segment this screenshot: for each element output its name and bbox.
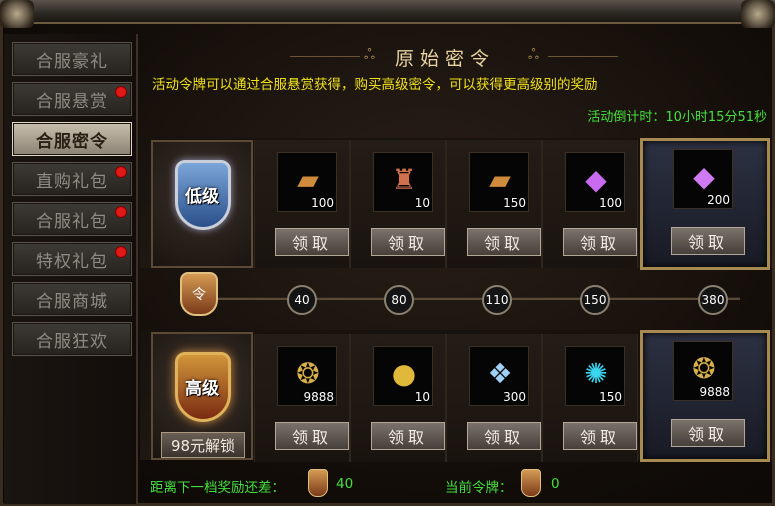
unlock-button[interactable]: 98元解锁 bbox=[161, 432, 245, 458]
scroll-bundle-icon: ♜ bbox=[391, 162, 417, 196]
notification-badge bbox=[115, 246, 127, 258]
reward-slot: ◆ 100 领取 bbox=[542, 140, 638, 268]
sidebar-item-merge-carnival[interactable]: 合服狂欢 bbox=[12, 322, 132, 356]
next-tier-value: 40 bbox=[336, 476, 354, 492]
title-ornament-icon: ஃ bbox=[528, 47, 539, 63]
sidebar-item-privilege-packs[interactable]: 特权礼包 bbox=[12, 242, 132, 276]
page-title: 原始密令 bbox=[394, 48, 495, 70]
milestone-node: 40 bbox=[287, 285, 317, 315]
token-icon bbox=[521, 469, 541, 497]
reward-slot: ▰ 100 领取 bbox=[254, 140, 350, 268]
corner-ornament-icon bbox=[741, 0, 775, 28]
window-top-bar bbox=[0, 0, 775, 24]
reward-item[interactable]: ▰ 100 bbox=[277, 152, 337, 212]
item-quantity: 10 bbox=[414, 196, 430, 210]
milestone-node: 150 bbox=[580, 285, 610, 315]
token-icon bbox=[308, 469, 328, 497]
notification-badge bbox=[115, 86, 127, 98]
sidebar-item-merge-pass[interactable]: 合服密令 bbox=[12, 122, 132, 156]
blue-gem-icon: ✺ bbox=[584, 356, 608, 390]
next-tier-label: 距离下一档奖励还差： bbox=[150, 480, 285, 496]
item-quantity: 150 bbox=[599, 390, 622, 404]
reward-item[interactable]: ◆ 200 bbox=[673, 149, 733, 209]
reward-item[interactable]: ● 10 bbox=[373, 346, 433, 406]
claim-button[interactable]: 领取 bbox=[671, 419, 745, 447]
sidebar-item-merge-bounty[interactable]: 合服悬赏 bbox=[12, 82, 132, 116]
sidebar-item-merge-gifts[interactable]: 合服豪礼 bbox=[12, 42, 132, 76]
gold-orb-icon: ● bbox=[391, 356, 417, 390]
item-quantity: 300 bbox=[503, 390, 526, 404]
gold-coin-icon: ❂ bbox=[692, 351, 716, 385]
notification-badge bbox=[115, 166, 127, 178]
milestone-node: 80 bbox=[384, 285, 414, 315]
claim-button[interactable]: 领取 bbox=[275, 422, 349, 450]
sidebar: 合服豪礼 合服悬赏 合服密令 直购礼包 合服礼包 特权礼包 合服商城 合服狂欢 bbox=[4, 34, 138, 504]
scroll-icon: ▰ bbox=[489, 162, 511, 196]
reward-item[interactable]: ▰ 150 bbox=[469, 152, 529, 212]
token-icon: 令 bbox=[180, 272, 218, 316]
event-description: 活动令牌可以通过合服悬赏获得，购买高级密令，可以获得更高级别的奖励 bbox=[152, 77, 598, 93]
reward-slot: ❂ 9888 领取 bbox=[254, 334, 350, 462]
reward-slot: ❖ 300 领取 bbox=[446, 334, 542, 462]
reward-item[interactable]: ❂ 9888 bbox=[673, 341, 733, 401]
reward-item[interactable]: ◆ 100 bbox=[565, 152, 625, 212]
purple-crystal-icon: ◆ bbox=[693, 159, 715, 193]
milestone-node: 110 bbox=[482, 285, 512, 315]
sidebar-item-merge-shop[interactable]: 合服商城 bbox=[12, 282, 132, 316]
reward-item[interactable]: ♜ 10 bbox=[373, 152, 433, 212]
claim-button[interactable]: 领取 bbox=[467, 422, 541, 450]
item-quantity: 100 bbox=[311, 196, 334, 210]
sidebar-item-merge-packs[interactable]: 合服礼包 bbox=[12, 202, 132, 236]
reward-item[interactable]: ❖ 300 bbox=[469, 346, 529, 406]
current-tokens-value: 0 bbox=[551, 476, 560, 492]
claim-button[interactable]: 领取 bbox=[275, 228, 349, 256]
sidebar-item-direct-purchase[interactable]: 直购礼包 bbox=[12, 162, 132, 196]
reward-slot-highlighted: ◆ 200 领取 bbox=[640, 138, 770, 270]
scroll-icon: ▰ bbox=[297, 162, 319, 196]
notification-badge bbox=[115, 206, 127, 218]
tier-label: 高级 bbox=[185, 379, 219, 399]
item-quantity: 100 bbox=[599, 196, 622, 210]
reward-slot-highlighted: ❂ 9888 领取 bbox=[640, 330, 770, 462]
reward-slot: ▰ 150 领取 bbox=[446, 140, 542, 268]
current-tokens-label: 当前令牌： bbox=[445, 480, 513, 496]
claim-button[interactable]: 领取 bbox=[371, 422, 445, 450]
event-countdown: 活动倒计时：10小时15分51秒 bbox=[587, 110, 767, 125]
purple-crystal-icon: ◆ bbox=[585, 162, 607, 196]
tier-label: 低级 bbox=[185, 187, 219, 207]
reward-item[interactable]: ✺ 150 bbox=[565, 346, 625, 406]
title-divider bbox=[548, 56, 618, 57]
low-tier-badge: 低级 bbox=[151, 140, 253, 268]
title-divider bbox=[290, 56, 360, 57]
item-quantity: 10 bbox=[414, 390, 430, 404]
item-quantity: 150 bbox=[503, 196, 526, 210]
blue-crystal-icon: ❖ bbox=[487, 356, 513, 390]
item-quantity: 9888 bbox=[699, 385, 730, 399]
reward-item[interactable]: ❂ 9888 bbox=[277, 346, 337, 406]
claim-button[interactable]: 领取 bbox=[371, 228, 445, 256]
claim-button[interactable]: 领取 bbox=[467, 228, 541, 256]
high-tier-badge: 高级 98元解锁 bbox=[151, 332, 253, 460]
reward-slot: ♜ 10 领取 bbox=[350, 140, 446, 268]
gold-coin-icon: ❂ bbox=[296, 356, 320, 390]
item-quantity: 9888 bbox=[303, 390, 334, 404]
claim-button[interactable]: 领取 bbox=[671, 227, 745, 255]
claim-button[interactable]: 领取 bbox=[563, 228, 637, 256]
item-quantity: 200 bbox=[707, 193, 730, 207]
claim-button[interactable]: 领取 bbox=[563, 422, 637, 450]
reward-slot: ● 10 领取 bbox=[350, 334, 446, 462]
milestone-node: 380 bbox=[698, 285, 728, 315]
reward-slot: ✺ 150 领取 bbox=[542, 334, 638, 462]
corner-ornament-icon bbox=[0, 0, 34, 28]
